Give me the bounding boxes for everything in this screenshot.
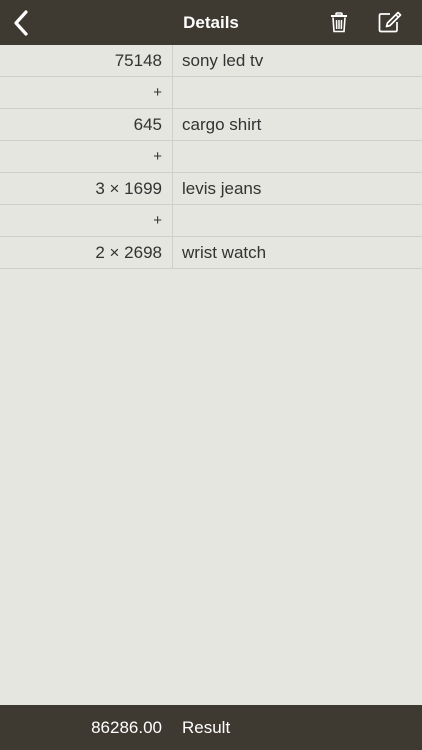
list-item[interactable]: 2 × 2698 wrist watch: [0, 237, 422, 269]
list-item[interactable]: 3 × 1699 levis jeans: [0, 173, 422, 205]
calculation-list: 75148 sony led tv + 645 cargo shirt + 3 …: [0, 45, 422, 705]
item-value: 3 × 1699: [0, 173, 173, 204]
list-item-operator[interactable]: +: [0, 141, 422, 173]
operator-symbol: +: [0, 77, 173, 108]
item-label: cargo shirt: [182, 115, 262, 134]
navigation-bar: Details: [0, 0, 422, 45]
item-value: 645: [0, 109, 173, 140]
delete-button[interactable]: [327, 9, 351, 35]
item-value: 75148: [0, 45, 173, 76]
item-label: [173, 77, 422, 108]
list-item[interactable]: 645 cargo shirt: [0, 109, 422, 141]
result-value: 86286.00: [91, 717, 162, 737]
result-label: Result: [182, 717, 231, 737]
item-label: wrist watch: [182, 243, 267, 262]
item-label: [173, 141, 422, 172]
item-label: [173, 205, 422, 236]
list-item-operator[interactable]: +: [0, 77, 422, 109]
item-label: sony led tv: [182, 51, 264, 70]
page-title: Details: [183, 13, 239, 32]
item-value: 2 × 2698: [0, 237, 173, 268]
operator-symbol: +: [0, 205, 173, 236]
edit-icon: [378, 11, 402, 33]
chevron-left-icon: [14, 10, 28, 36]
list-item-operator[interactable]: +: [0, 205, 422, 237]
operator-symbol: +: [0, 141, 173, 172]
back-button[interactable]: [8, 8, 34, 38]
list-item[interactable]: 75148 sony led tv: [0, 45, 422, 77]
item-label: levis jeans: [182, 179, 262, 198]
edit-button[interactable]: [377, 9, 403, 35]
trash-icon: [331, 11, 347, 32]
result-bar: 86286.00 Result: [0, 705, 422, 750]
